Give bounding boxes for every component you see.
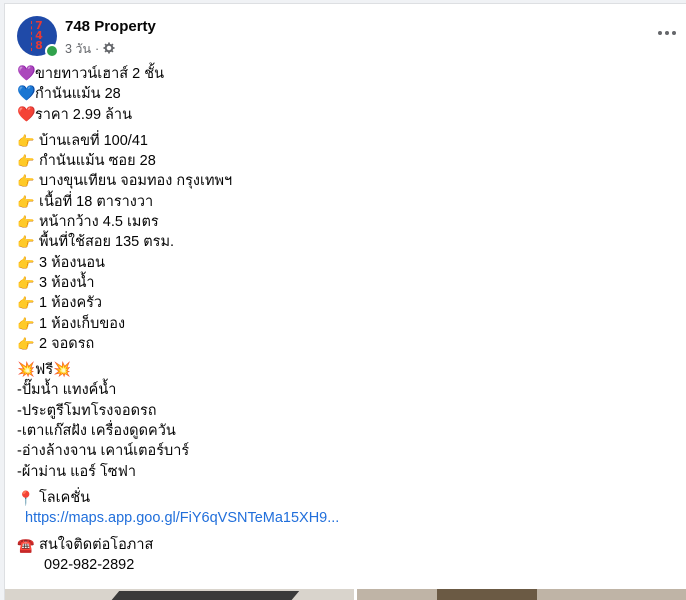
meta-separator: · — [95, 42, 100, 56]
photo-thumbnail[interactable] — [357, 589, 686, 600]
emoji-icon: 👉 — [17, 335, 35, 352]
emoji-icon: 👉 — [17, 214, 35, 231]
free-item-text: -ประตูรีโมทโรงจอดรถ — [17, 402, 157, 419]
emoji-icon: 👉 — [17, 295, 35, 312]
photo-thumbnail[interactable] — [5, 589, 354, 600]
free-item-text: -ผ้าม่าน แอร์ โซฟา — [17, 463, 137, 480]
detail-line: 👉 1 ห้องเก็บของ — [17, 314, 675, 334]
emoji-icon: 👉 — [17, 153, 35, 170]
detail-text: กำนันแม้น ซอย 28 — [39, 153, 156, 170]
free-heading: 💥ฟรี💥 — [17, 362, 72, 379]
intro-text: กำนันแม้น 28 — [35, 86, 121, 103]
emoji-icon: 👉 — [17, 173, 35, 190]
detail-line: 👉 2 จอดรถ — [17, 334, 675, 354]
detail-text: บ้านเลขที่ 100/41 — [39, 132, 148, 149]
emoji-icon: ❤️ — [17, 105, 36, 123]
emoji-icon: 👉 — [17, 315, 35, 332]
post-meta: 3 วัน · — [65, 39, 115, 59]
emoji-icon: 💜 — [17, 65, 36, 82]
post-time[interactable]: 3 วัน — [65, 39, 91, 59]
free-item-text: -อ่างล้างจาน เคาน์เตอร์บาร์ — [17, 443, 190, 460]
intro-line: 💜 ขายทาวน์เฮาส์ 2 ชั้น — [17, 64, 675, 84]
contact-phone: 092-982-2892 — [44, 556, 135, 573]
emoji-icon: 👉 — [17, 132, 35, 149]
detail-text: เนื้อที่ 18 ตารางวา — [39, 193, 154, 210]
emoji-icon: 👉 — [17, 193, 35, 210]
location-link[interactable]: https://maps.app.goo.gl/FiY6qVSNTeMa15XH… — [17, 508, 339, 528]
more-horizontal-icon[interactable] — [653, 22, 681, 44]
emoji-icon: 💙 — [17, 85, 36, 103]
free-item-text: -เตาแก๊สฝัง เครื่องดูดควัน — [17, 423, 176, 440]
free-item: -เตาแก๊สฝัง เครื่องดูดควัน — [17, 421, 675, 441]
free-item: -ปั๊มน้ำ แทงค์น้ำ — [17, 380, 675, 400]
contact-row: ☎️ สนใจติดต่อโอภาส — [17, 535, 675, 555]
detail-line: 👉 3 ห้องนอน — [17, 253, 675, 273]
free-item-text: -ปั๊มน้ำ แทงค์น้ำ — [17, 382, 117, 399]
detail-line: 👉 กำนันแม้น ซอย 28 — [17, 151, 675, 171]
post-photos[interactable] — [5, 589, 686, 600]
intro-text: ราคา 2.99 ล้าน — [35, 106, 132, 123]
detail-text: หน้ากว้าง 4.5 เมตร — [39, 214, 159, 231]
detail-text: 3 ห้องนอน — [39, 254, 105, 271]
avatar-logo: 7 4 8 — [31, 20, 43, 52]
detail-text: 2 จอดรถ — [39, 335, 95, 352]
intro-line: 💙 กำนันแม้น 28 — [17, 84, 675, 104]
detail-text: พื้นที่ใช้สอย 135 ตรม. — [39, 234, 175, 251]
location-pin-icon: 📍 — [17, 489, 35, 506]
intro-text: ขายทาวน์เฮาส์ 2 ชั้น — [35, 66, 164, 82]
detail-line: 👉 1 ห้องครัว — [17, 293, 675, 313]
detail-text: 3 ห้องน้ำ — [39, 274, 95, 291]
free-item: -ประตูรีโมทโรงจอดรถ — [17, 401, 675, 421]
post-header: 7 4 8 748 Property 3 วัน · — [17, 16, 686, 60]
online-status-dot — [45, 44, 59, 58]
gear-icon[interactable] — [103, 42, 115, 57]
emoji-icon: 👉 — [17, 274, 35, 291]
page-name[interactable]: 748 Property — [65, 18, 156, 35]
detail-line: 👉 หน้ากว้าง 4.5 เมตร — [17, 212, 675, 232]
post-card: 7 4 8 748 Property 3 วัน · 💜 ขายทาวน์เฮา… — [4, 3, 686, 600]
detail-text: 1 ห้องครัว — [39, 295, 103, 312]
location-row: 📍 โลเคชั่น — [17, 488, 675, 508]
intro-list: 💜 ขายทาวน์เฮาส์ 2 ชั้น 💙 กำนันแม้น 28 ❤️ ราคา… — [17, 64, 675, 125]
telephone-icon: ☎️ — [17, 536, 35, 553]
contact-label: สนใจติดต่อโอภาส — [39, 536, 154, 553]
free-item: -อ่างล้างจาน เคาน์เตอร์บาร์ — [17, 441, 675, 461]
detail-list: 👉 บ้านเลขที่ 100/41 👉 กำนันแม้น ซอย 28 👉 บางข… — [17, 131, 675, 354]
detail-line: 👉 บ้านเลขที่ 100/41 — [17, 131, 675, 151]
location-label: โลเคชั่น — [39, 489, 91, 506]
detail-line: 👉 พื้นที่ใช้สอย 135 ตรม. — [17, 232, 675, 252]
free-list: -ปั๊มน้ำ แทงค์น้ำ -ประตูรีโมทโรงจอดรถ -เตา… — [17, 380, 675, 481]
free-item: -ผ้าม่าน แอร์ โซฟา — [17, 462, 675, 482]
emoji-icon: 👉 — [17, 254, 35, 271]
avatar-digit: 8 — [35, 39, 43, 52]
intro-line: ❤️ ราคา 2.99 ล้าน — [17, 105, 675, 125]
detail-text: 1 ห้องเก็บของ — [39, 315, 126, 332]
detail-line: 👉 3 ห้องน้ำ — [17, 273, 675, 293]
post-body: 💜 ขายทาวน์เฮาส์ 2 ชั้น 💙 กำนันแม้น 28 ❤️ ราคา… — [17, 64, 675, 575]
detail-line: 👉 บางขุนเทียน จอมทอง กรุงเทพฯ — [17, 171, 675, 191]
emoji-icon: 👉 — [17, 234, 35, 251]
location-link-row: https://maps.app.goo.gl/FiY6qVSNTeMa15XH… — [17, 508, 675, 528]
detail-text: บางขุนเทียน จอมทอง กรุงเทพฯ — [39, 173, 233, 190]
detail-line: 👉 เนื้อที่ 18 ตารางวา — [17, 192, 675, 212]
